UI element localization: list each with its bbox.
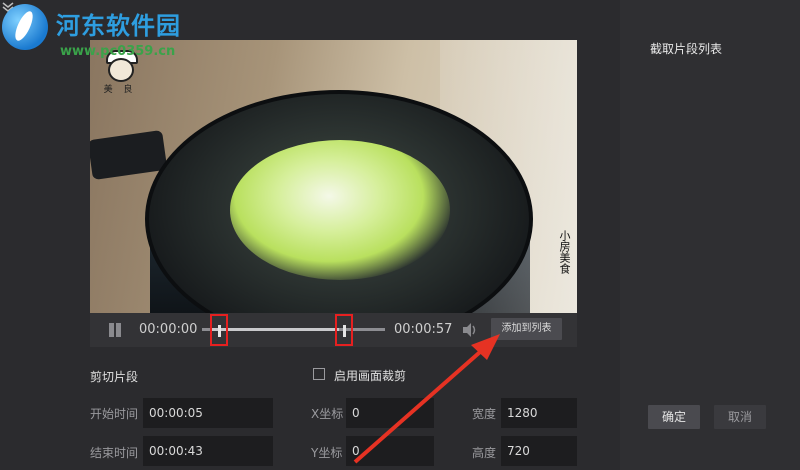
pause-icon[interactable]	[107, 322, 123, 338]
video-preview: 美 良 小房美食	[90, 40, 577, 313]
site-watermark: 河东软件园 www.pc0359.cn	[0, 0, 220, 62]
site-watermark-name: 河东软件园	[56, 12, 181, 40]
trim-start-handle[interactable]	[210, 314, 229, 346]
video-side-watermark: 小房美食	[558, 230, 571, 274]
end-time-label: 结束时间	[90, 446, 139, 460]
y-label: Y坐标	[311, 446, 343, 460]
total-time: 00:00:57	[394, 322, 453, 337]
timeline-track[interactable]	[202, 328, 385, 331]
height-field[interactable]: 720	[501, 436, 577, 466]
end-time-field[interactable]: 00:00:43	[143, 436, 273, 466]
clip-list-panel	[620, 0, 800, 470]
start-time-label: 开始时间	[90, 407, 139, 421]
current-time: 00:00:00	[139, 322, 198, 337]
crop-checkbox[interactable]	[313, 368, 325, 380]
height-label: 高度	[472, 446, 497, 460]
width-field[interactable]: 1280	[501, 398, 577, 428]
player-controls: 00:00:00 00:00:57 添加到列表	[90, 313, 577, 347]
add-to-list-button[interactable]: 添加到列表	[491, 318, 562, 340]
crop-label: 启用画面裁剪	[334, 369, 407, 383]
y-field[interactable]: 0	[346, 436, 434, 466]
clip-list-title: 截取片段列表	[650, 42, 723, 56]
start-time-field[interactable]: 00:00:05	[143, 398, 273, 428]
editor-main: 美 良 小房美食 00:00:00 00:00:57 添加到列表 剪切片段 启用…	[0, 0, 620, 470]
site-watermark-url: www.pc0359.cn	[60, 44, 176, 59]
width-label: 宽度	[472, 407, 497, 421]
trim-section-title: 剪切片段	[90, 370, 139, 384]
volume-icon[interactable]	[461, 321, 479, 339]
x-label: X坐标	[311, 407, 344, 421]
trim-range-fill	[211, 328, 340, 331]
x-field[interactable]: 0	[346, 398, 434, 428]
trim-end-handle[interactable]	[335, 314, 354, 346]
cancel-button[interactable]: 取消	[714, 405, 766, 429]
confirm-button[interactable]: 确定	[648, 405, 700, 429]
site-logo-icon	[2, 4, 48, 50]
